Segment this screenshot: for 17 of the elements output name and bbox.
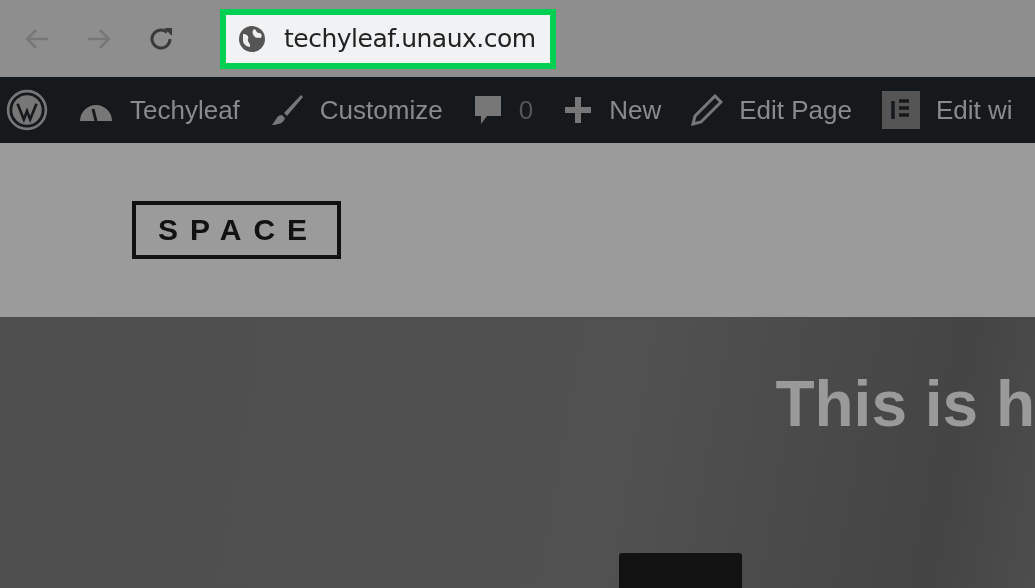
wordpress-logo-icon[interactable] [6, 89, 48, 131]
address-text: techyleaf.unaux.com [284, 24, 536, 53]
admin-bar-item[interactable]: Customize [269, 93, 443, 127]
elementor-icon [881, 91, 920, 129]
globe-icon [238, 24, 266, 53]
plus-icon [563, 95, 594, 125]
paintbrush-icon [269, 93, 304, 127]
admin-bar-item[interactable]: Edit Page [691, 94, 852, 126]
pencil-icon [691, 94, 724, 126]
hero-heading: This is h [775, 367, 1035, 441]
admin-bar-item[interactable]: Edit wi [881, 91, 1013, 129]
site-logo[interactable]: SPACE [132, 201, 342, 259]
speech-bubble-icon [472, 94, 503, 126]
admin-bar-item[interactable]: Techyleaf [78, 94, 240, 126]
admin-bar-item[interactable]: New [563, 94, 662, 126]
address-bar[interactable]: techyleaf.unaux.com [220, 8, 556, 69]
hero-button[interactable] [619, 553, 742, 588]
